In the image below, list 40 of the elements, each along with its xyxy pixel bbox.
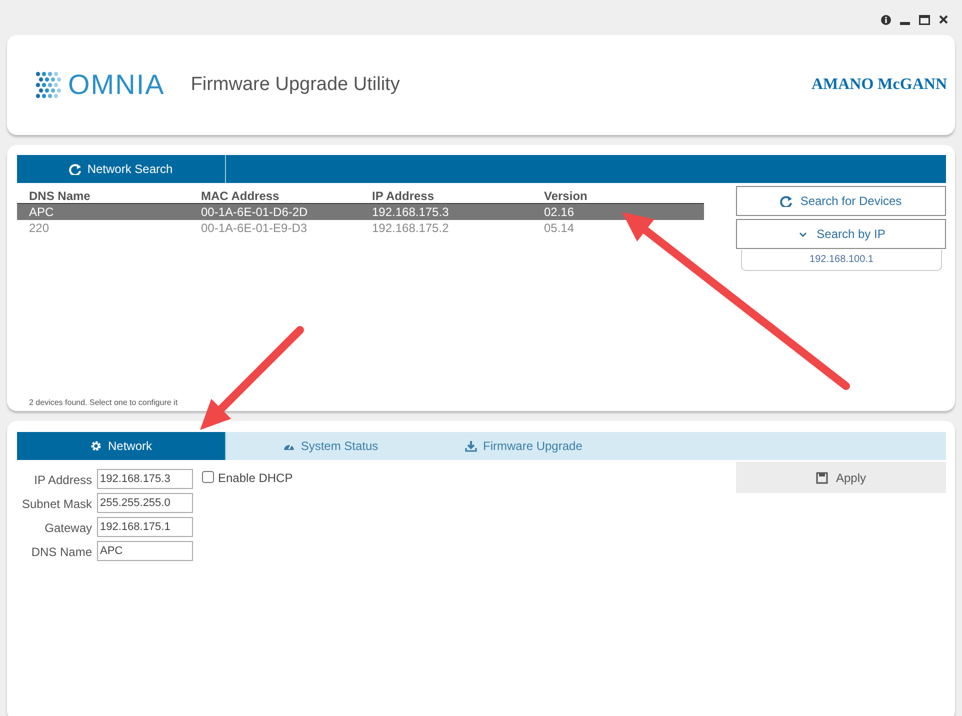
search-devices-button[interactable]: Search for Devices <box>736 186 946 216</box>
config-tab[interactable]: Network <box>17 432 226 460</box>
table-cell-text: 220 <box>29 220 50 236</box>
maximize-icon[interactable] <box>919 14 930 24</box>
brand-name: AMANO McGANN <box>811 75 947 95</box>
input-field[interactable]: 192.168.175.1 <box>97 517 193 537</box>
table-cell-text: 00-1A-6E-01-E9-D3 <box>201 220 308 236</box>
table-cell-text: 192.168.175.3 <box>372 204 450 220</box>
column-header: IP Address <box>372 188 436 204</box>
field-label: DNS Name <box>30 544 93 561</box>
column-header: Version <box>544 188 588 204</box>
table-cell-text: 02.16 <box>544 204 576 220</box>
logo-text: OMNIA <box>68 68 165 102</box>
status-text: 2 devices found. Select one to configure it <box>28 397 179 409</box>
input-field[interactable]: 192.168.175.3 <box>97 469 193 489</box>
field-label: Gateway <box>44 520 93 537</box>
app-title: Firmware Upgrade Utility <box>190 72 400 97</box>
table-cell-text: APC <box>29 204 55 220</box>
dhcp-label: Enable DHCP <box>218 470 293 487</box>
refresh-icon <box>780 195 792 207</box>
field-label: IP Address <box>33 472 93 489</box>
table-cell-text: 00-1A-6E-01-D6-2D <box>201 204 309 220</box>
table-cell-text: 05.14 <box>544 220 576 236</box>
field-label: Subnet Mask <box>20 496 93 513</box>
close-icon[interactable] <box>939 15 948 24</box>
column-header: DNS Name <box>29 188 92 204</box>
search-by-ip-button[interactable]: Search by IP <box>736 219 946 249</box>
input-field[interactable]: APC <box>97 541 193 561</box>
info-icon[interactable] <box>881 14 891 24</box>
refresh-icon <box>69 163 82 175</box>
download-icon <box>465 440 477 452</box>
apply-button[interactable]: Apply <box>736 462 946 493</box>
ip-input-field[interactable]: 192.168.100.1 <box>741 250 942 270</box>
column-header: MAC Address <box>201 188 280 204</box>
device-row[interactable]: APC 00-1A-6E-01-D6-2D 192.168.175.3 02.16 <box>17 204 704 220</box>
dhcp-checkbox[interactable] <box>202 471 214 483</box>
device-row[interactable]: 220 00-1A-6E-01-E9-D3 192.168.175.2 05.14 <box>17 220 704 236</box>
gear-icon <box>90 440 102 452</box>
input-field[interactable]: 255.255.255.0 <box>97 493 193 513</box>
table-cell-text: 192.168.175.2 <box>372 220 450 236</box>
